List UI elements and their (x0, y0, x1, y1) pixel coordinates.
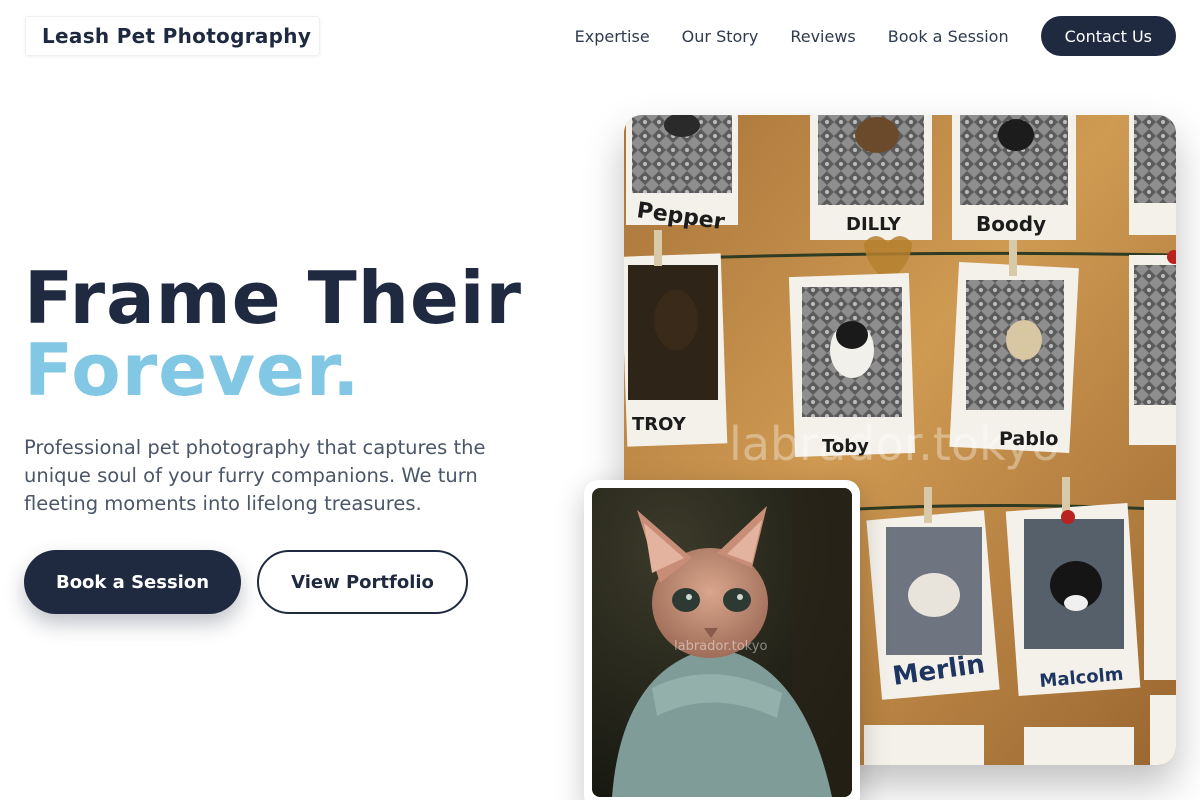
brand-logo[interactable]: Leash Pet Photography (25, 16, 320, 56)
hero-title-line1: Frame Their (24, 256, 522, 340)
contact-us-button[interactable]: Contact Us (1040, 16, 1176, 56)
polaroid-name-dilly: DILLY (846, 214, 902, 235)
brand-name: Leash Pet Photography (42, 24, 312, 48)
polaroid-name-boody: Boody (976, 212, 1046, 236)
hero-title-line2: Forever. (24, 328, 361, 412)
hero-subtitle: Professional pet photography that captur… (24, 436, 486, 515)
polaroid-name-troy: TROY (632, 414, 687, 435)
cat-photo-card: labrador.tokyo (584, 480, 860, 800)
nav-link-expertise[interactable]: Expertise (575, 27, 650, 46)
nav-link-reviews[interactable]: Reviews (790, 27, 855, 46)
cat-photo: labrador.tokyo (592, 488, 852, 797)
view-portfolio-button[interactable]: View Portfolio (257, 550, 468, 614)
nav-link-our-story[interactable]: Our Story (682, 27, 759, 46)
polaroid-name-pablo: Pablo (999, 428, 1058, 450)
book-session-button[interactable]: Book a Session (24, 550, 241, 614)
polaroid-name-toby: Toby (822, 436, 869, 457)
hero-title: Frame Their Forever. (24, 262, 522, 406)
main-nav: Expertise Our Story Reviews Book a Sessi… (575, 16, 1176, 56)
cat-photo-watermark: labrador.tokyo (674, 639, 767, 654)
nav-link-book-session[interactable]: Book a Session (888, 27, 1009, 46)
